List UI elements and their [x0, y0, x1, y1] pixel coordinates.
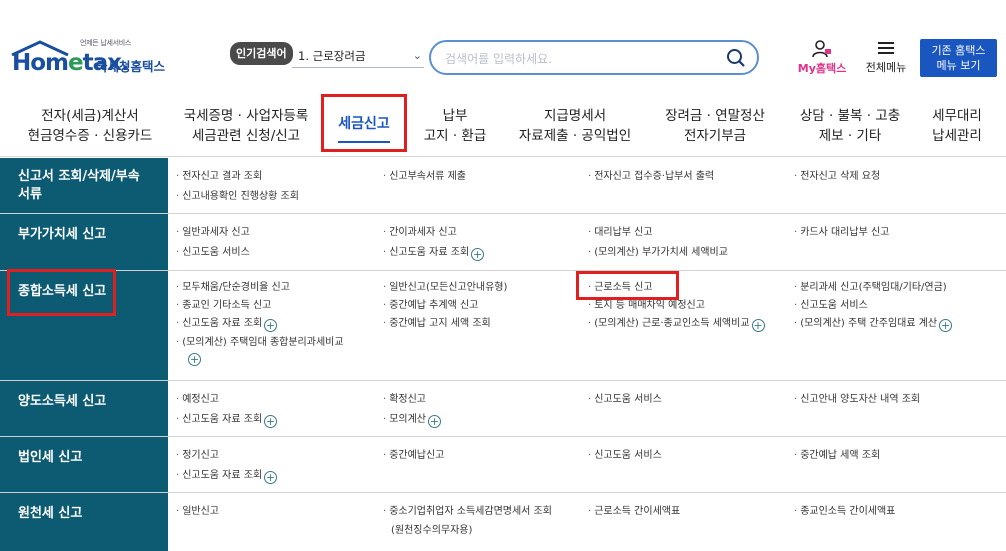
logo-slogan: 언제든 납세서비스 — [80, 39, 132, 47]
menu-link[interactable]: 확정신고 — [383, 393, 426, 407]
menu-link-with-plus[interactable]: (모의계산) 주택 간주임대료 계산+ — [794, 317, 953, 332]
menu-link[interactable]: 중간예납 고지 세액 조회 — [383, 317, 491, 331]
all-menu-button[interactable]: 전체메뉴 — [858, 40, 914, 75]
nav-certificates[interactable]: 국세증명 · 사업자등록 세금관련 신청/신고 — [178, 106, 314, 146]
menu-link-with-plus[interactable]: 신고도움 자료 조회+ — [176, 317, 278, 332]
all-menu-label: 전체메뉴 — [865, 61, 907, 74]
menu-link[interactable]: (모의계산) 부가가치세 세액비교 — [588, 246, 728, 260]
search-placeholder: 검색어를 입력하세요. — [445, 52, 552, 66]
row-label: 원천세 신고 — [0, 493, 168, 551]
search-icon[interactable] — [725, 47, 747, 69]
header: 언제든 납세서비스 Hometax. 국세청홈택스 인기검색어 1. 근로장려금… — [0, 0, 1006, 92]
hometax-logo[interactable]: 언제든 납세서비스 Hometax. 국세청홈택스 — [10, 39, 180, 80]
user-icon — [812, 40, 831, 58]
menu-link-with-plus[interactable]: 신고도움 자료 조회+ — [176, 469, 278, 484]
menu-link[interactable]: 신고도움 서비스 — [794, 299, 868, 313]
menu-row-transfer-tax: 양도소득세 신고 예정신고 확정신고 신고도움 서비스 신고안내 양도자산 내역… — [0, 381, 1006, 437]
menu-link-subline[interactable]: (원천징수의무자용) — [391, 521, 472, 536]
plus-circle-icon[interactable]: + — [471, 248, 485, 261]
nav-payment-statement[interactable]: 지급명세서 자료제출 · 공익법인 — [515, 106, 635, 146]
my-hometax-label: My홈택스 — [797, 62, 847, 75]
menu-row-withholding-tax: 원천세 신고 일반신고 중소기업취업자 소득세감면명세서 조회 (원천징수의무자… — [0, 493, 1006, 551]
menu-link-with-plus[interactable]: 모의계산+ — [383, 413, 441, 428]
menu-link[interactable]: 중간예납 세액 조회 — [794, 449, 880, 463]
row-label: 신고서 조회/삭제/부속서류 — [0, 158, 168, 213]
menu-link[interactable]: 전자신고 삭제 요청 — [794, 170, 880, 184]
plus-circle-icon[interactable]: + — [264, 319, 278, 332]
highlight-box-earned-income-filing — [576, 271, 679, 300]
menu-link[interactable]: 간이과세자 신고 — [383, 226, 457, 240]
plus-circle-icon[interactable]: + — [428, 415, 441, 428]
menu-link[interactable]: 신고도움 서비스 — [588, 449, 662, 463]
plus-circle-icon[interactable]: + — [188, 353, 201, 366]
menu-link[interactable]: 중소기업취업자 소득세감면명세서 조회 — [383, 505, 552, 519]
menu-link-with-plus[interactable]: 신고도움 자료 조회+ — [176, 413, 278, 428]
menu-link[interactable]: 전자신고 접수증·납부서 출력 — [588, 170, 714, 184]
menu-link-with-plus[interactable]: (모의계산) 근로·종교인소득 세액비교+ — [588, 317, 765, 332]
tax-filing-menu-table: 신고서 조회/삭제/부속서류 전자신고 결과 조회 신고부속서류 제출 전자신고… — [0, 158, 1006, 551]
menu-link[interactable]: 일반과세자 신고 — [176, 226, 250, 240]
menu-link[interactable]: 중간예납 추계액 신고 — [383, 299, 478, 313]
menu-link[interactable]: 분리과세 신고(주택임대/기타/연금) — [794, 281, 947, 295]
menu-row-documents: 신고서 조회/삭제/부속서류 전자신고 결과 조회 신고부속서류 제출 전자신고… — [0, 158, 1006, 214]
nav-tax-agent[interactable]: 세무대리 납세관리 — [925, 106, 989, 146]
menu-link[interactable]: 토지 등 매매차익 예정신고 — [588, 299, 705, 313]
nav-incentive[interactable]: 장려금 · 연말정산 전자기부금 — [660, 106, 770, 146]
menu-link[interactable]: 신고도움 서비스 — [176, 246, 250, 260]
menu-link[interactable]: 예정신고 — [176, 393, 219, 407]
menu-link[interactable]: 대리납부 신고 — [588, 226, 652, 240]
old-menu-line1: 기존 홈택스 — [931, 44, 986, 57]
nav-payment[interactable]: 납부 고지 · 환급 — [420, 106, 490, 146]
popular-search-select[interactable]: 1. 근로장려금 ⌄ — [292, 46, 424, 68]
row-label: 양도소득세 신고 — [0, 381, 168, 436]
menu-link[interactable]: 정기신고 — [176, 449, 219, 463]
nav-tax-filing[interactable]: 세금신고 — [321, 94, 407, 152]
menu-link[interactable]: 모두채움/단순경비율 신고 — [176, 281, 290, 295]
menu-link[interactable]: 전자신고 결과 조회 — [176, 170, 262, 184]
menu-link[interactable]: 신고도움 서비스 — [588, 393, 662, 407]
nav-consulting[interactable]: 상담 · 불복 · 고충 제보 · 기타 — [792, 106, 908, 146]
chevron-down-icon: ⌄ — [412, 49, 422, 62]
search-input[interactable]: 검색어를 입력하세요. — [429, 40, 759, 75]
old-menu-button[interactable]: 기존 홈택스 메뉴 보기 — [920, 39, 997, 77]
menu-link[interactable]: 근로소득 간이세액표 — [588, 505, 680, 519]
hamburger-icon — [878, 42, 894, 54]
menu-link[interactable]: 일반신고 — [176, 505, 219, 519]
nav-e-invoice[interactable]: 전자(세금)계산서 현금영수증 · 신용카드 — [24, 106, 156, 146]
menu-row-income-tax: 종합소득세 신고 모두채움/단순경비율 신고 일반신고(모든신고안내유형) 근로… — [0, 271, 1006, 381]
menu-link[interactable]: 신고내용확인 진행상황 조회 — [176, 190, 299, 204]
plus-circle-icon[interactable]: + — [939, 319, 953, 332]
menu-link-with-plus[interactable]: 신고도움 자료 조회+ — [383, 246, 485, 261]
menu-link[interactable]: 신고안내 양도자산 내역 조회 — [794, 393, 920, 407]
menu-row-vat: 부가가치세 신고 일반과세자 신고 간이과세자 신고 대리납부 신고 카드사 대… — [0, 214, 1006, 271]
my-hometax-button[interactable]: My홈택스 — [792, 40, 852, 76]
plus-circle-icon[interactable]: + — [264, 471, 278, 484]
old-menu-line2: 메뉴 보기 — [936, 59, 981, 72]
plus-circle-icon[interactable]: + — [264, 415, 278, 428]
menu-link[interactable]: 카드사 대리납부 신고 — [794, 226, 889, 240]
menu-link[interactable]: 일반신고(모든신고안내유형) — [383, 281, 507, 295]
popular-search-badge: 인기검색어 — [230, 42, 293, 65]
row-label: 부가가치세 신고 — [0, 214, 168, 270]
menu-link[interactable]: (모의계산) 주택임대 종합분리과세비교 — [176, 336, 343, 350]
row-label: 법인세 신고 — [0, 437, 168, 492]
menu-row-corporate-tax: 법인세 신고 정기신고 중간예납신고 신고도움 서비스 중간예납 세액 조회 신… — [0, 437, 1006, 493]
highlight-box-income-tax-label — [7, 269, 116, 316]
menu-link[interactable]: 종교인소득 간이세액표 — [794, 505, 895, 519]
menu-link[interactable]: 신고부속서류 제출 — [383, 170, 466, 184]
menu-link[interactable]: 중간예납신고 — [383, 449, 444, 463]
menu-link[interactable]: 종교인 기타소득 신고 — [176, 299, 271, 313]
global-nav: 전자(세금)계산서 현금영수증 · 신용카드 국세증명 · 사업자등록 세금관련 신… — [0, 92, 1006, 157]
logo-korean-name: 국세청홈택스 — [96, 59, 166, 74]
popular-search-value: 1. 근로장려금 — [298, 49, 366, 63]
plus-circle-icon[interactable]: + — [751, 319, 765, 332]
